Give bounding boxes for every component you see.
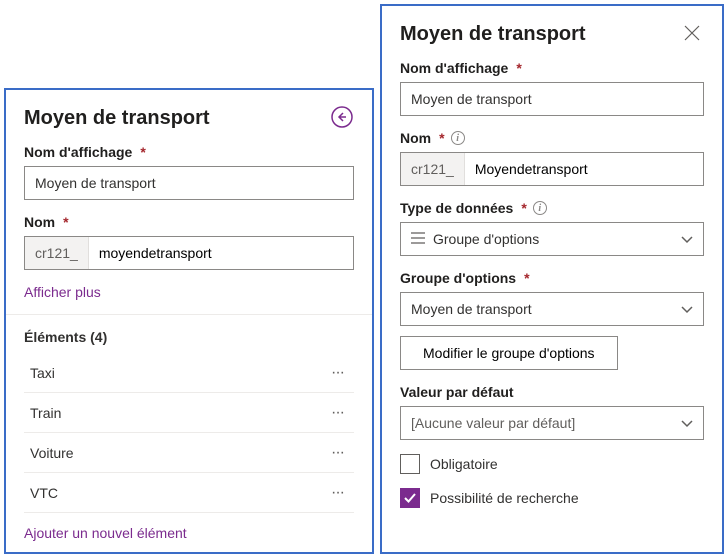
option-group-value: Moyen de transport	[411, 301, 532, 317]
searchable-checkbox-row: Possibilité de recherche	[400, 488, 704, 508]
required-indicator: *	[140, 144, 145, 160]
name-field: Nom * i cr121_	[400, 130, 704, 186]
chevron-down-icon	[681, 231, 693, 247]
elements-section-title: Éléments (4)	[24, 329, 354, 345]
data-type-field: Type de données * i Groupe d'options	[400, 200, 704, 256]
display-name-label: Nom d'affichage *	[400, 60, 704, 76]
more-options-icon[interactable]: ···	[323, 441, 352, 465]
chevron-down-icon	[681, 415, 693, 431]
panel-title: Moyen de transport	[400, 23, 586, 46]
list-item[interactable]: Voiture ···	[24, 433, 354, 473]
required-indicator: *	[63, 214, 68, 230]
display-name-field: Nom d'affichage *	[24, 144, 354, 200]
data-type-value: Groupe d'options	[433, 231, 539, 247]
label-text: Nom	[24, 214, 55, 230]
required-checkbox[interactable]	[400, 454, 420, 474]
default-value-select[interactable]: [Aucune valeur par défaut]	[400, 406, 704, 440]
check-icon	[403, 491, 417, 505]
name-field: Nom * cr121_	[24, 214, 354, 270]
label-text: Nom	[400, 130, 431, 146]
display-name-input[interactable]	[400, 82, 704, 116]
edit-option-group-button[interactable]: Modifier le groupe d'options	[400, 336, 618, 370]
required-indicator: *	[521, 200, 526, 216]
option-group-field: Groupe d'options * Moyen de transport Mod…	[400, 270, 704, 370]
add-item-link[interactable]: Ajouter un nouvel élément	[24, 525, 187, 541]
searchable-checkbox[interactable]	[400, 488, 420, 508]
data-type-label: Type de données * i	[400, 200, 704, 216]
name-input-wrap: cr121_	[400, 152, 704, 186]
display-name-label: Nom d'affichage *	[24, 144, 354, 160]
required-checkbox-row: Obligatoire	[400, 454, 704, 474]
panel-title: Moyen de transport	[24, 107, 210, 130]
column-properties-panel: Moyen de transport Nom d'affichage * Nom *…	[380, 4, 724, 554]
list-item-label: Voiture	[30, 445, 74, 461]
close-icon	[684, 25, 700, 44]
back-arrow-icon	[331, 106, 353, 131]
separator	[6, 314, 372, 315]
data-type-select[interactable]: Groupe d'options	[400, 222, 704, 256]
label-text: Groupe d'options	[400, 270, 516, 286]
show-more-link[interactable]: Afficher plus	[24, 284, 101, 300]
list-item[interactable]: VTC ···	[24, 473, 354, 513]
option-set-icon	[411, 231, 425, 247]
name-label: Nom *	[24, 214, 354, 230]
option-group-select[interactable]: Moyen de transport	[400, 292, 704, 326]
more-options-icon[interactable]: ···	[323, 481, 352, 505]
required-indicator: *	[439, 130, 444, 146]
info-icon[interactable]: i	[451, 131, 465, 145]
required-indicator: *	[524, 270, 529, 286]
name-input-wrap: cr121_	[24, 236, 354, 270]
default-value-field: Valeur par défaut [Aucune valeur par déf…	[400, 384, 704, 440]
chevron-down-icon	[681, 301, 693, 317]
info-icon[interactable]: i	[533, 201, 547, 215]
name-input[interactable]	[465, 153, 703, 185]
searchable-checkbox-label: Possibilité de recherche	[430, 490, 579, 506]
back-button[interactable]	[330, 106, 354, 130]
label-text: Nom d'affichage	[24, 144, 132, 160]
name-label: Nom * i	[400, 130, 704, 146]
panel-header: Moyen de transport	[400, 22, 704, 46]
default-value-label: Valeur par défaut	[400, 384, 704, 400]
label-text: Nom d'affichage	[400, 60, 508, 76]
schema-prefix: cr121_	[401, 153, 465, 185]
option-set-panel: Moyen de transport Nom d'affichage * Nom *…	[4, 88, 374, 554]
default-value-text: [Aucune valeur par défaut]	[411, 415, 575, 431]
list-item-label: VTC	[30, 485, 58, 501]
list-item-label: Train	[30, 405, 61, 421]
more-options-icon[interactable]: ···	[323, 401, 352, 425]
display-name-field: Nom d'affichage *	[400, 60, 704, 116]
name-input[interactable]	[89, 237, 353, 269]
required-indicator: *	[516, 60, 521, 76]
label-text: Valeur par défaut	[400, 384, 514, 400]
list-item[interactable]: Taxi ···	[24, 353, 354, 393]
schema-prefix: cr121_	[25, 237, 89, 269]
list-item[interactable]: Train ···	[24, 393, 354, 433]
option-group-label: Groupe d'options *	[400, 270, 704, 286]
display-name-input[interactable]	[24, 166, 354, 200]
more-options-icon[interactable]: ···	[323, 361, 352, 385]
panel-header: Moyen de transport	[24, 106, 354, 130]
required-checkbox-label: Obligatoire	[430, 456, 498, 472]
label-text: Type de données	[400, 200, 513, 216]
close-button[interactable]	[680, 22, 704, 46]
list-item-label: Taxi	[30, 365, 55, 381]
